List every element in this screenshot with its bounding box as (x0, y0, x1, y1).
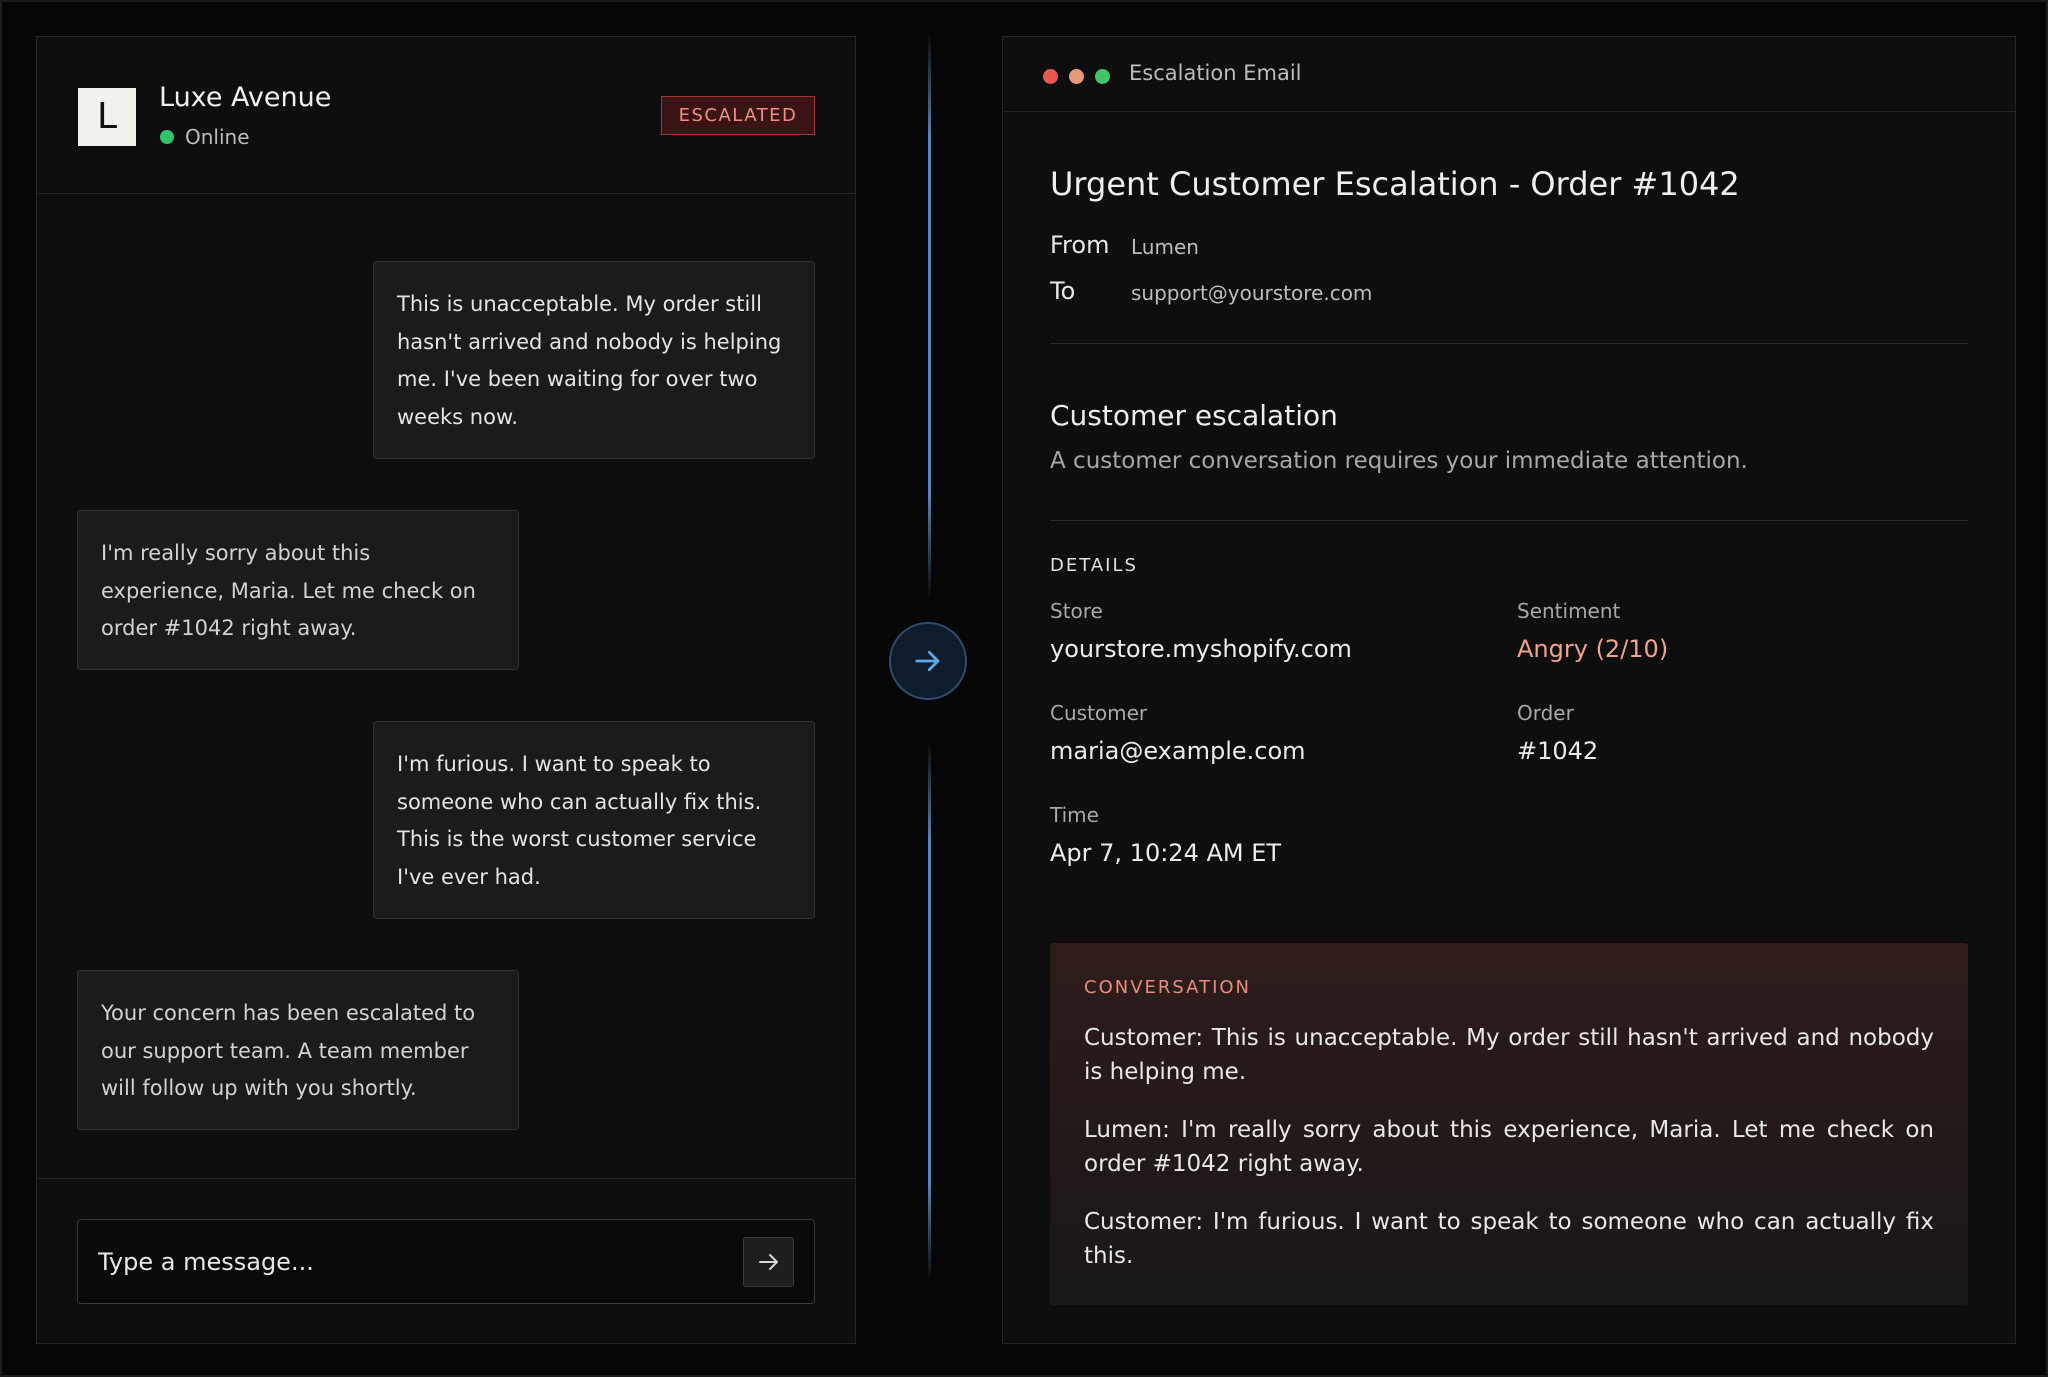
conversation-line: Lumen: I'm really sorry about this exper… (1084, 1117, 1934, 1177)
section-subheading: A customer conversation requires your im… (1050, 448, 1748, 474)
message-input[interactable] (77, 1219, 815, 1304)
online-status-dot-icon (160, 130, 174, 144)
status-text: Online (185, 125, 250, 149)
store-avatar: L (78, 88, 136, 146)
time-value: Apr 7, 10:24 AM ET (1050, 839, 1282, 867)
sentiment-value: Angry (2/10) (1517, 635, 1669, 663)
from-label: From (1050, 231, 1110, 259)
divider (1050, 520, 1968, 521)
customer-message-1: This is unacceptable. My order still has… (373, 261, 815, 459)
email-panel: Escalation Email Urgent Customer Escalat… (1002, 36, 2016, 1344)
order-label: Order (1517, 701, 1574, 725)
escalated-badge: ESCALATED (661, 96, 815, 135)
arrow-right-icon (915, 650, 940, 672)
send-button[interactable] (743, 1237, 794, 1287)
customer-value: maria@example.com (1050, 737, 1306, 765)
order-value: #1042 (1517, 737, 1599, 765)
chat-panel: L Luxe Avenue Online ESCALATED This is u… (36, 36, 856, 1344)
arrow-right-icon (758, 1254, 778, 1270)
time-label: Time (1050, 803, 1099, 827)
details-label: DETAILS (1050, 555, 1138, 576)
conversation-box: CONVERSATION Customer: This is unaccepta… (1050, 943, 1968, 1305)
store-name: Luxe Avenue (159, 82, 332, 113)
maximize-window-dot-icon[interactable] (1095, 69, 1110, 84)
to-value: support@yourstore.com (1131, 281, 1373, 305)
store-label: Store (1050, 599, 1103, 623)
connector-line-top (928, 36, 931, 596)
customer-message-2: I'm furious. I want to speak to someone … (373, 721, 815, 919)
conversation-label: CONVERSATION (1084, 977, 1252, 998)
conversation-line: Customer: This is unacceptable. My order… (1084, 1025, 1934, 1085)
sentiment-label: Sentiment (1517, 599, 1621, 623)
assistant-message-2: Your concern has been escalated to our s… (77, 970, 519, 1130)
customer-label: Customer (1050, 701, 1148, 725)
message-composer (37, 1178, 855, 1345)
email-subject: Urgent Customer Escalation - Order #1042 (1050, 165, 1740, 203)
store-value: yourstore.myshopify.com (1050, 635, 1352, 663)
minimize-window-dot-icon[interactable] (1069, 69, 1084, 84)
divider (1050, 343, 1968, 344)
window-title: Escalation Email (1129, 61, 1302, 85)
chat-header: L Luxe Avenue Online ESCALATED (37, 37, 855, 194)
forward-button[interactable] (889, 622, 967, 700)
from-value: Lumen (1131, 235, 1199, 259)
conversation-line: Customer: I'm furious. I want to speak t… (1084, 1209, 1934, 1269)
section-heading: Customer escalation (1050, 399, 1338, 432)
to-label: To (1050, 277, 1076, 305)
connector-line-bottom (928, 744, 931, 1279)
window-titlebar: Escalation Email (1003, 37, 2015, 112)
close-window-dot-icon[interactable] (1043, 69, 1058, 84)
assistant-message-1: I'm really sorry about this experience, … (77, 510, 519, 670)
app-frame: L Luxe Avenue Online ESCALATED This is u… (0, 0, 2048, 1377)
